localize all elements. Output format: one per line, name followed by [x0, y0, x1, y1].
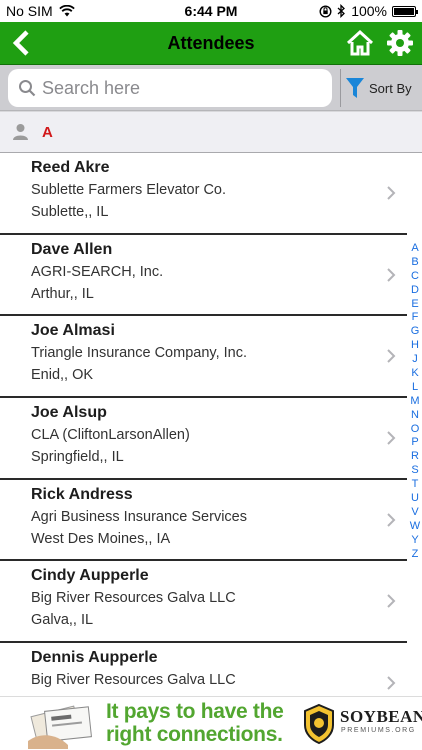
attendee-name: Joe Almasi — [31, 322, 115, 340]
index-letter-s[interactable]: S — [408, 464, 422, 478]
index-letter-j[interactable]: J — [408, 353, 422, 367]
attendee-name: Reed Akre — [31, 159, 110, 176]
attendee-name: Cindy Aupperle — [31, 567, 149, 585]
search-row: Sort By — [0, 65, 422, 111]
index-letter-f[interactable]: F — [408, 311, 422, 325]
alphabet-index: ABCDEFGHJKLMNOPRSTUVWYZ — [408, 242, 422, 561]
orientation-lock-icon — [319, 4, 332, 18]
sort-by-label: Sort By — [369, 80, 412, 96]
banner-line-1: It pays to have the — [106, 700, 284, 723]
attendee-name: Joe Alsup — [31, 404, 107, 422]
attendee-row[interactable]: Joe Almasi Triangle Insurance Company, In… — [0, 316, 407, 399]
attendee-location: Springfield,, IL — [31, 449, 124, 466]
index-letter-h[interactable]: H — [408, 339, 422, 353]
divider — [340, 69, 341, 107]
attendee-location: Arthur,, IL — [31, 285, 94, 302]
attendee-company: Agri Business Insurance Services — [31, 508, 247, 525]
index-letter-w[interactable]: W — [408, 520, 422, 534]
attendee-company: AGRI-SEARCH, Inc. — [31, 263, 164, 280]
attendee-location: West Des Moines,, IA — [31, 530, 171, 547]
index-letter-m[interactable]: M — [408, 395, 422, 409]
banner-slogan: It pays to have the right connections. — [106, 700, 284, 746]
search-icon — [19, 80, 36, 97]
search-box[interactable] — [8, 69, 332, 107]
index-letter-e[interactable]: E — [408, 298, 422, 312]
attendee-name: Dave Allen — [31, 240, 113, 258]
attendee-row[interactable]: Joe Alsup CLA (CliftonLarsonAllen) Springf… — [0, 398, 407, 480]
index-letter-t[interactable]: T — [408, 478, 422, 492]
attendee-company: Triangle Insurance Company, Inc. — [31, 345, 247, 362]
chevron-right-icon — [387, 676, 396, 690]
chevron-right-icon — [387, 431, 396, 445]
banner-sub: PREMIUMS.ORG — [341, 727, 416, 734]
soybean-shield-logo — [304, 703, 334, 745]
status-right: 100% — [319, 3, 418, 19]
chevron-right-icon — [387, 186, 396, 200]
attendee-company: Big River Resources Galva LLC — [31, 672, 236, 689]
index-letter-d[interactable]: D — [408, 284, 422, 298]
business-cards-image — [28, 705, 92, 749]
attendee-row[interactable]: Reed Akre Sublette Farmers Elevator Co. Su… — [0, 153, 407, 235]
attendee-name: Rick Andress — [31, 485, 133, 503]
index-letter-y[interactable]: Y — [408, 534, 422, 548]
chevron-right-icon — [387, 349, 396, 364]
index-letter-l[interactable]: L — [408, 381, 422, 395]
person-icon — [13, 124, 28, 140]
sort-by-button[interactable]: Sort By — [346, 73, 412, 103]
attendee-location: Enid,, OK — [31, 367, 94, 384]
index-letter-z[interactable]: Z — [408, 548, 422, 562]
ad-banner[interactable]: It pays to have the right connections. S… — [0, 696, 422, 750]
attendee-location: Galva,, IL — [31, 612, 94, 629]
attendee-location: Sublette,, IL — [31, 204, 109, 220]
attendee-list: Reed Akre Sublette Farmers Elevator Co. Su… — [0, 153, 407, 725]
index-letter-v[interactable]: V — [408, 506, 422, 520]
banner-line-2: right connections. — [106, 723, 283, 746]
attendee-company: Sublette Farmers Elevator Co. — [31, 182, 227, 198]
home-icon[interactable] — [346, 29, 374, 57]
attendee-row[interactable]: Dave Allen AGRI-SEARCH, Inc. Arthur,, IL — [0, 234, 407, 317]
index-letter-p[interactable]: P — [408, 436, 422, 450]
chevron-right-icon — [387, 594, 396, 609]
section-letter: A — [42, 124, 53, 141]
back-arrow-icon[interactable] — [8, 28, 38, 58]
index-letter-c[interactable]: C — [408, 270, 422, 284]
attendee-row[interactable]: Cindy Aupperle Big River Resources Galva … — [0, 561, 407, 644]
banner-brand: SOYBEAN — [340, 707, 422, 726]
bluetooth-icon — [337, 4, 346, 18]
index-letter-b[interactable]: B — [408, 256, 422, 270]
index-letter-a[interactable]: A — [408, 242, 422, 256]
index-letter-o[interactable]: O — [408, 423, 422, 437]
search-input[interactable] — [42, 77, 312, 99]
battery-percent: 100% — [351, 3, 387, 19]
section-header: A — [0, 111, 422, 153]
index-letter-r[interactable]: R — [408, 450, 422, 464]
index-letter-u[interactable]: U — [408, 492, 422, 506]
status-bar: No SIM 6:44 PM 100% — [0, 0, 422, 22]
index-letter-g[interactable]: G — [408, 325, 422, 339]
attendee-company: Big River Resources Galva LLC — [31, 590, 236, 607]
filter-icon — [346, 78, 364, 98]
index-letter-n[interactable]: N — [408, 409, 422, 423]
attendee-name: Dennis Aupperle — [31, 649, 158, 667]
attendee-row[interactable]: Rick Andress Agri Business Insurance Serv… — [0, 479, 407, 562]
chevron-right-icon — [387, 513, 396, 527]
battery-icon — [392, 5, 418, 17]
index-letter-k[interactable]: K — [408, 367, 422, 381]
chevron-right-icon — [387, 267, 396, 282]
attendee-company: CLA (CliftonLarsonAllen) — [31, 427, 190, 444]
nav-header: Attendees — [0, 22, 422, 65]
gear-icon[interactable] — [386, 29, 414, 57]
